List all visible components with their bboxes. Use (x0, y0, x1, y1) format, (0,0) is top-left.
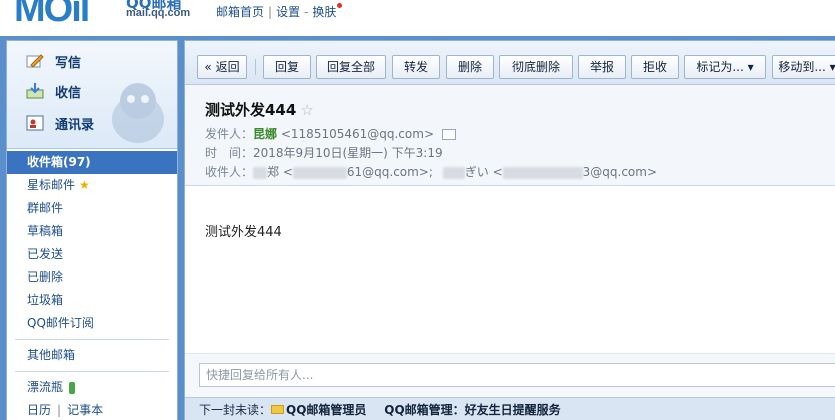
envelope-icon (271, 405, 285, 414)
back-button[interactable]: « 返回 (197, 55, 247, 79)
sidebar: 写信 收信 通讯录 收件箱(97) 星标邮件 ★ 群邮件 草稿箱 已发送 已删除… (6, 40, 178, 420)
folder-group-mail[interactable]: 群邮件 (7, 197, 177, 220)
sender-name[interactable]: 昆娜 (253, 127, 277, 141)
logo-domain: mail.qq.com (126, 7, 191, 19)
drift-bottle-label: 漂流瓶 (27, 380, 64, 394)
qq-penguin-watermark (103, 79, 173, 145)
folder-other-mailboxes[interactable]: 其他邮箱 (7, 344, 177, 367)
reply-button[interactable]: 回复 (263, 55, 311, 79)
quick-reply-input[interactable]: 快捷回复给所有人... (199, 363, 835, 387)
settings-link[interactable]: 设置 (276, 5, 300, 19)
next-unread-bar: 下一封未读： QQ邮箱管理员 QQ邮箱管理：好友生日提醒服务 (185, 397, 835, 420)
folder-drafts[interactable]: 草稿箱 (7, 220, 177, 243)
sender-row: 发件人：昆娜 <1185105461@qq.com> (205, 125, 456, 142)
separator: | (57, 403, 62, 417)
skin-link[interactable]: 换肤 (312, 5, 336, 19)
toolbar-separator (255, 59, 256, 75)
reply-all-button[interactable]: 回复全部 (316, 55, 386, 79)
divider (15, 371, 169, 372)
email-body: 测试外发444 (205, 225, 282, 240)
recipient-1-address: 61@qq.com>; (346, 165, 433, 179)
mail-frame: 写信 收信 通讯录 收件箱(97) 星标邮件 ★ 群邮件 草稿箱 已发送 已删除… (0, 36, 835, 420)
folder-subscriptions[interactable]: QQ邮件订阅 (7, 312, 177, 335)
email-header: 测试外发444 ☆ 发件人：昆娜 <1185105461@qq.com> 时 间：… (185, 85, 835, 186)
contact-card-icon[interactable] (442, 129, 456, 140)
mailbox-home-link[interactable]: 邮箱首页 (216, 5, 264, 19)
contacts-icon (25, 114, 45, 132)
recipient-2-name[interactable]: ぎい < (465, 165, 503, 179)
next-sender[interactable]: QQ邮箱管理员 (286, 403, 366, 417)
recipient-2-address: 3@qq.com> (582, 165, 658, 179)
calendar-link[interactable]: 日历 (27, 403, 51, 417)
quick-actions: 写信 收信 通讯录 (7, 41, 177, 149)
permanent-delete-button[interactable]: 彻底删除 (499, 55, 573, 79)
from-label: 发件人： (205, 127, 254, 141)
folder-drift-bottle[interactable]: 漂流瓶 (7, 376, 177, 399)
logo[interactable]: MOil (14, 0, 90, 31)
separator: - (304, 5, 309, 19)
redacted (292, 166, 347, 179)
reject-button[interactable]: 拒收 (631, 55, 679, 79)
write-label: 写信 (55, 55, 82, 71)
contacts-button[interactable]: 通讯录 (25, 111, 94, 135)
folder-deleted[interactable]: 已删除 (7, 266, 177, 289)
divider (15, 339, 169, 340)
write-icon (25, 52, 45, 70)
top-links: 邮箱首页 | 设置 - 换肤 (216, 3, 343, 20)
toolbar: « 返回 回复 回复全部 转发 删除 彻底删除 举报 拒收 标记为... ▾ 移… (185, 41, 835, 85)
time-label: 时 间： (205, 146, 254, 160)
recipient-1-name[interactable]: 郑 < (267, 165, 293, 179)
folder-sent[interactable]: 已发送 (7, 243, 177, 266)
report-button[interactable]: 举报 (578, 55, 626, 79)
next-subject[interactable]: QQ邮箱管理：好友生日提醒服务 (384, 403, 560, 417)
sender-address: <1185105461@qq.com> (280, 127, 434, 141)
to-label: 收件人： (205, 165, 254, 179)
inbox-icon (25, 82, 45, 100)
redacted (502, 166, 583, 179)
mail-reader: « 返回 回复 回复全部 转发 删除 彻底删除 举报 拒收 标记为... ▾ 移… (184, 40, 835, 420)
folder-list: 收件箱(97) 星标邮件 ★ 群邮件 草稿箱 已发送 已删除 垃圾箱 QQ邮件订阅… (7, 151, 177, 420)
receive-button[interactable]: 收信 (25, 79, 81, 103)
move-to-dropdown[interactable]: 移动到... ▾ (772, 55, 835, 79)
notes-link[interactable]: 记事本 (67, 403, 103, 417)
folder-spam[interactable]: 垃圾箱 (7, 289, 177, 312)
write-button[interactable]: 写信 (25, 49, 81, 73)
recipient-row: 收件人： 郑 < 61@qq.com>; ぎい < 3@qq.com> (205, 163, 657, 180)
contacts-label: 通讯录 (55, 117, 95, 133)
delete-button[interactable]: 删除 (446, 55, 494, 79)
receive-label: 收信 (55, 85, 82, 101)
top-header: MOil QQ邮箱 mail.qq.com 邮箱首页 | 设置 - 换肤 (0, 0, 835, 36)
bottle-icon (69, 381, 76, 394)
forward-button[interactable]: 转发 (392, 55, 440, 79)
redacted (253, 166, 268, 179)
time-row: 时 间：2018年9月10日(星期一) 下午3:19 (205, 144, 443, 161)
folder-starred[interactable]: 星标邮件 ★ (7, 174, 177, 197)
mark-as-dropdown[interactable]: 标记为... ▾ (684, 55, 766, 79)
folder-starred-label: 星标邮件 (27, 178, 76, 192)
calendar-notes-row: 日历 | 记事本 (7, 399, 177, 420)
redacted (442, 166, 465, 179)
star-icon: ★ (79, 178, 90, 192)
next-unread-label: 下一封未读： (199, 403, 272, 417)
subject-text: 测试外发444 (205, 101, 297, 119)
star-toggle-icon[interactable]: ☆ (300, 101, 313, 119)
notification-dot (337, 3, 343, 8)
time-value: 2018年9月10日(星期一) 下午3:19 (253, 146, 443, 160)
separator: | (268, 5, 273, 19)
email-subject: 测试外发444 ☆ (205, 99, 314, 120)
folder-inbox[interactable]: 收件箱(97) (7, 151, 177, 174)
